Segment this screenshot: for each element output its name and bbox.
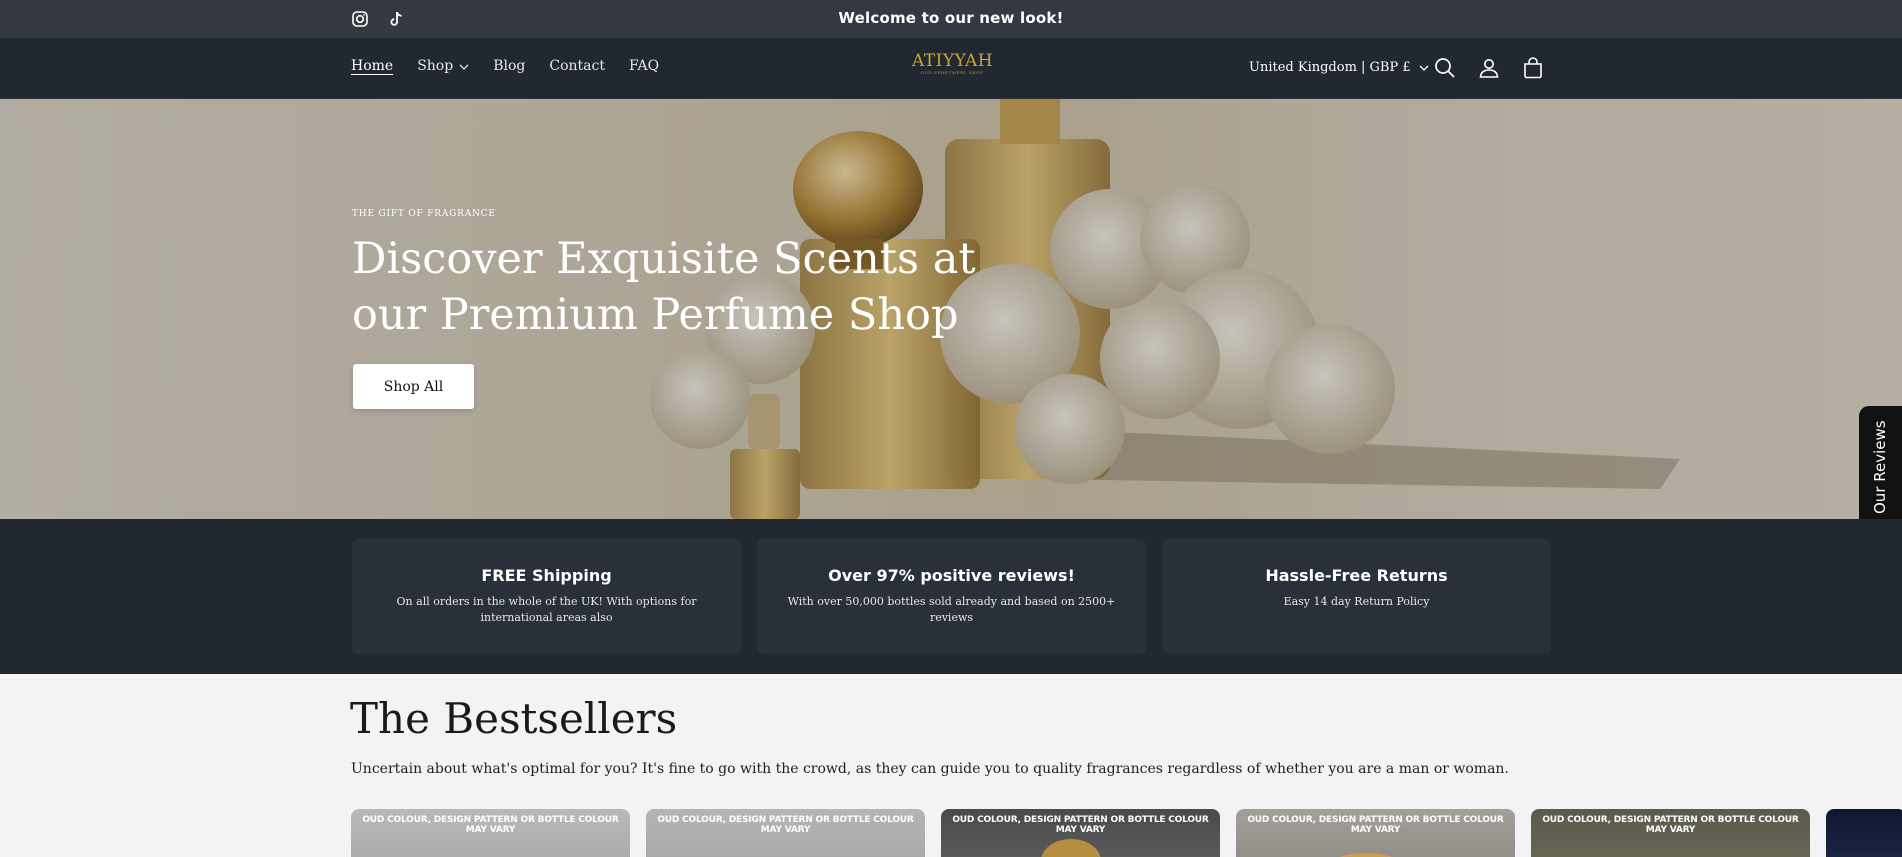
nav-item-shop-label: Shop [417,58,454,74]
nav-item-contact[interactable]: Contact [549,58,605,74]
feature-text: With over 50,000 bottles sold already an… [787,595,1116,624]
reviews-tab-label: Our Reviews [1871,420,1889,514]
nav-item-home[interactable]: Home [351,58,393,74]
feature-card-shipping: FREE Shipping On all orders in the whole… [352,539,741,654]
product-image [1339,853,1393,857]
product-card[interactable]: OUD COLOUR, DESIGN PATTERN OR BOTTLE COL… [941,809,1220,857]
hero-banner: THE GIFT OF FRAGRANCE Discover Exquisite… [0,99,1902,519]
product-card[interactable]: OUD COLOUR, DESIGN PATTERN OR BOTTLE COL… [1236,809,1515,857]
site-logo[interactable]: ATIYYAH OUD PERFUMERY SHOP [912,51,994,76]
features-strip: FREE Shipping On all orders in the whole… [0,519,1902,674]
account-icon[interactable] [1476,55,1502,81]
shop-all-button[interactable]: Shop All [353,364,474,409]
bestsellers-title: The Bestsellers [350,694,678,743]
chevron-down-icon [1419,60,1429,75]
logo-name: ATIYYAH [912,51,994,71]
nav-item-faq[interactable]: FAQ [629,58,659,74]
cart-icon[interactable] [1520,55,1546,81]
search-icon[interactable] [1432,55,1458,81]
feature-title: FREE Shipping [481,566,612,585]
feature-title: Over 97% positive reviews! [828,566,1075,585]
announcement-message: Welcome to our new look! [838,9,1064,27]
chevron-down-icon [459,58,469,74]
country-selector[interactable]: United Kingdom | GBP £ [1249,60,1429,75]
feature-card-returns: Hassle-Free Returns Easy 14 day Return P… [1162,539,1551,654]
hero-eyebrow: THE GIFT OF FRAGRANCE [352,209,496,219]
main-nav: Home Shop Blog Contact FAQ [351,58,659,74]
country-selector-label: United Kingdom | GBP £ [1249,60,1411,75]
product-card-note: OUD COLOUR, DESIGN PATTERN OR BOTTLE COL… [1542,815,1799,835]
site-header: Home Shop Blog Contact FAQ ATIYYAH OUD P… [0,38,1902,99]
logo-tagline: OUD PERFUMERY SHOP [920,70,984,75]
bestsellers-subtitle: Uncertain about what's optimal for you? … [351,761,1509,777]
product-card[interactable]: OUD COLOUR, DESIGN PATTERN OR BOTTLE COL… [351,809,630,857]
product-card-note: OUD COLOUR, DESIGN PATTERN OR BOTTLE COL… [362,815,619,835]
product-image [1041,839,1101,857]
product-card-note: OUD COLOUR, DESIGN PATTERN OR BOTTLE COL… [657,815,914,835]
feature-text: Easy 14 day Return Policy [1283,595,1430,608]
header-icons [1432,55,1546,81]
nav-item-blog[interactable]: Blog [493,58,525,74]
product-grid: OUD COLOUR, DESIGN PATTERN OR BOTTLE COL… [351,809,1902,857]
hero-heading: Discover Exquisite Scents at our Premium… [352,234,976,340]
nav-item-shop[interactable]: Shop [417,58,469,74]
announcement-bar: Welcome to our new look! [0,0,1902,38]
feature-text: On all orders in the whole of the UK! Wi… [396,595,697,624]
product-card[interactable]: OUD COLOUR, DESIGN PATTERN OR BOTTLE COL… [646,809,925,857]
feature-title: Hassle-Free Returns [1265,566,1448,585]
product-card[interactable] [1826,809,1902,857]
product-card[interactable]: OUD COLOUR, DESIGN PATTERN OR BOTTLE COL… [1531,809,1810,857]
feature-card-reviews: Over 97% positive reviews! With over 50,… [757,539,1146,654]
